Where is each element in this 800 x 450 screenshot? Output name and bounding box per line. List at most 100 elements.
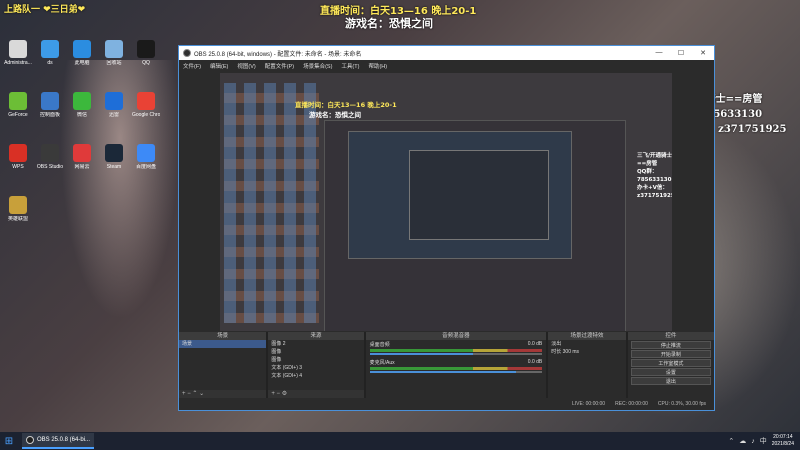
desktop-icon-label: ds xyxy=(47,60,53,66)
scenes-header: 场景 xyxy=(179,332,267,340)
source-item[interactable]: 图像 xyxy=(268,348,363,356)
desktop-icon-label: GeForce xyxy=(8,112,28,118)
tray-expand-icon[interactable]: ⌃ xyxy=(728,437,734,445)
taskbar-obs-item[interactable]: OBS 25.0.8 (64-bi... xyxy=(22,433,94,449)
desktop-icon[interactable]: WPS xyxy=(4,144,32,178)
clock-time: 20:07:14 xyxy=(773,434,793,440)
source-item[interactable]: 文本 (GDI+) 3 xyxy=(268,364,363,372)
obs-status-bar: LIVE: 00:00:00 REC: 00:00:00 CPU: 0.3%, … xyxy=(179,398,714,410)
down-icon[interactable]: ⌄ xyxy=(199,391,204,397)
desktop-icon[interactable]: Steam xyxy=(100,144,128,178)
mixer-channel: 桌面音频 0.0 dB xyxy=(366,340,547,358)
scenes-toolbar: + − ⌃ ⌄ xyxy=(179,390,267,398)
desktop-icon-label: 控制面板 xyxy=(39,112,60,118)
desktop-icon-label: 百度网盘 xyxy=(135,164,156,170)
scene-item[interactable]: 场景 xyxy=(179,340,267,348)
minimize-button[interactable]: — xyxy=(648,49,670,57)
transition-duration[interactable]: 时长 300 ms xyxy=(548,348,625,356)
remove-icon[interactable]: − xyxy=(187,391,191,397)
app-icon xyxy=(9,92,27,110)
source-item[interactable]: 文本 (GDI+) 4 xyxy=(268,372,363,380)
preview-nested-obs xyxy=(324,120,626,331)
desktop-icon-label: OBS Studio xyxy=(36,164,64,170)
preview-side-info: 三飞/开通骑士==房管 QQ群：785633130 办卡+V信：z3717519… xyxy=(637,152,672,200)
close-button[interactable]: ✕ xyxy=(692,49,714,57)
desktop-icon[interactable]: 英雄联盟 xyxy=(4,196,32,230)
maximize-button[interactable]: ☐ xyxy=(670,49,692,57)
preview-nested-obs-3 xyxy=(409,150,549,240)
desktop-icon-label: 回收站 xyxy=(106,60,122,66)
desktop-icon[interactable]: 微信 xyxy=(68,92,96,126)
up-icon[interactable]: ⌃ xyxy=(192,391,197,397)
desktop-icon[interactable]: Administra... xyxy=(4,40,32,74)
menu-scene-collection[interactable]: 场景集合(S) xyxy=(303,62,332,70)
cloud-icon[interactable]: ☁ xyxy=(739,437,746,445)
input-method-icon[interactable]: 中 xyxy=(760,436,767,446)
channel-db: 0.0 dB xyxy=(527,359,543,365)
gear-icon[interactable]: ⚙ xyxy=(282,391,287,397)
rec-time: REC: 00:00:00 xyxy=(615,401,648,407)
preview-desktop-icons xyxy=(224,83,319,323)
source-item[interactable]: 图像 xyxy=(268,356,363,364)
duration-value[interactable]: 300 ms xyxy=(563,349,579,355)
menu-help[interactable]: 帮助(H) xyxy=(368,62,387,70)
menu-view[interactable]: 视图(V) xyxy=(237,62,255,70)
desktop-icon-label: Steam xyxy=(106,164,122,170)
obs-menu-bar: 文件(F) 编辑(E) 视图(V) 配置文件(P) 场景集合(S) 工具(T) … xyxy=(179,60,714,71)
desktop-icon-label: 英雄联盟 xyxy=(7,216,28,222)
obs-preview-canvas[interactable]: 直播时间：白天13—16 晚上20-1 游戏名：恐惧之间 三飞/开通骑士==房管… xyxy=(220,73,672,331)
volume-slider[interactable] xyxy=(369,371,543,373)
clock[interactable]: 20:07:14 2021/8/24 xyxy=(772,434,794,448)
remove-icon[interactable]: − xyxy=(277,391,281,397)
app-icon xyxy=(73,40,91,58)
desktop-icon[interactable]: 百度网盘 xyxy=(132,144,160,178)
start-button[interactable]: ⊞ xyxy=(0,432,18,450)
desktop-icon-area: Administra... ds 此电脑 回收站 QQ GeForce 控制面板 微信 迅雷 Go… xyxy=(0,0,200,430)
mixer-header: 音频混音器 xyxy=(365,332,547,340)
desktop-icon[interactable]: 回收站 xyxy=(100,40,128,74)
add-icon[interactable]: + xyxy=(182,391,186,397)
level-meter xyxy=(369,367,543,370)
obs-docks: 场景 场景 + − ⌃ ⌄ 来源 图像 2 图像 图像 文本 (GDI+) 3 … xyxy=(179,332,714,398)
start-recording-button[interactable]: 开始录制 xyxy=(630,350,711,358)
source-item[interactable]: 图像 2 xyxy=(268,340,363,348)
desktop-icon[interactable]: 控制面板 xyxy=(36,92,64,126)
volume-slider[interactable] xyxy=(369,353,543,355)
app-icon xyxy=(41,92,59,110)
obs-window[interactable]: OBS 25.0.8 (64-bit, windows) - 配置文件: 未命名… xyxy=(178,45,715,411)
menu-file[interactable]: 文件(F) xyxy=(183,62,201,70)
overlay-game-name: 游戏名：恐惧之间 xyxy=(345,17,433,30)
desktop-icon[interactable]: 网易云 xyxy=(68,144,96,178)
transitions-header: 场景过渡特效 xyxy=(548,332,626,340)
desktop-icon-label: Google Chrome xyxy=(132,112,160,118)
desktop-icon[interactable]: Google Chrome xyxy=(132,92,160,126)
studio-mode-button[interactable]: 工作室模式 xyxy=(630,359,711,367)
app-icon xyxy=(137,144,155,162)
system-tray: ⌃ ☁ ♪ 中 20:07:14 2021/8/24 xyxy=(728,434,800,448)
transition-type-select[interactable]: 淡出 xyxy=(548,340,625,348)
desktop-icon[interactable]: OBS Studio xyxy=(36,144,64,178)
menu-tools[interactable]: 工具(T) xyxy=(341,62,359,70)
app-icon xyxy=(137,92,155,110)
menu-profile[interactable]: 配置文件(P) xyxy=(265,62,294,70)
add-icon[interactable]: + xyxy=(271,391,275,397)
exit-button[interactable]: 退出 xyxy=(630,377,711,385)
level-meter xyxy=(369,349,543,352)
obs-title-bar[interactable]: OBS 25.0.8 (64-bit, windows) - 配置文件: 未命名… xyxy=(179,46,714,60)
settings-button[interactable]: 设置 xyxy=(630,368,711,376)
desktop-icon[interactable]: 迅雷 xyxy=(100,92,128,126)
taskbar-obs-label: OBS 25.0.8 (64-bi... xyxy=(37,437,91,443)
sources-dock: 来源 图像 2 图像 图像 文本 (GDI+) 3 文本 (GDI+) 4 + … xyxy=(268,332,364,398)
desktop-icon-label: WPS xyxy=(12,164,24,170)
desktop-icon[interactable]: 此电脑 xyxy=(68,40,96,74)
menu-edit[interactable]: 编辑(E) xyxy=(210,62,228,70)
volume-icon[interactable]: ♪ xyxy=(751,438,755,445)
desktop-icon[interactable]: QQ xyxy=(132,40,160,74)
audio-mixer-dock: 音频混音器 桌面音频 0.0 dB 麦克风/Aux 0.0 dB xyxy=(365,332,547,398)
stop-streaming-button[interactable]: 停止推流 xyxy=(630,341,711,349)
desktop-icon[interactable]: ds xyxy=(36,40,64,74)
desktop-icon-label: QQ xyxy=(142,60,150,66)
duration-label: 时长 xyxy=(551,349,562,355)
channel-name: 麦克风/Aux xyxy=(369,360,395,366)
desktop-icon[interactable]: GeForce xyxy=(4,92,32,126)
